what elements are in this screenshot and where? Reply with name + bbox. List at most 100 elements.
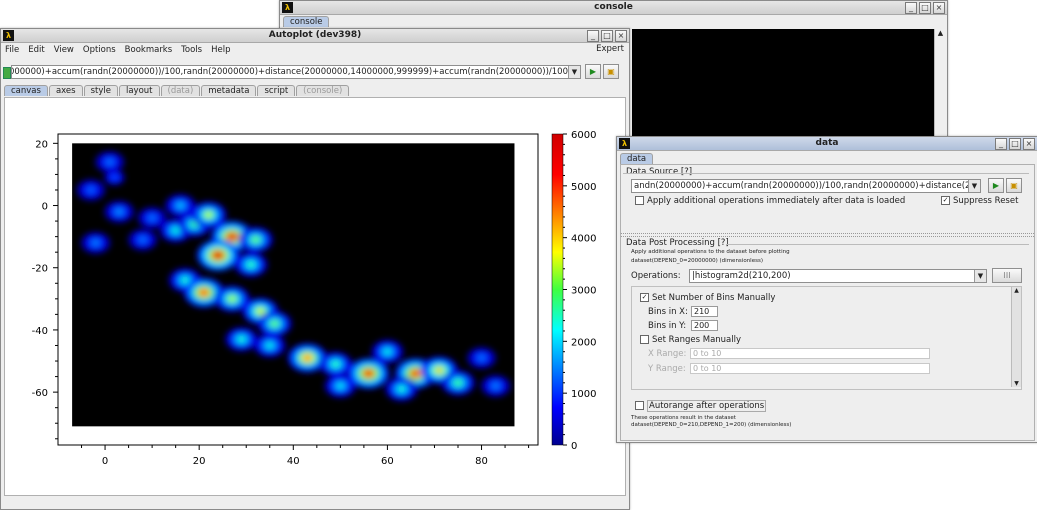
density-blob: [332, 361, 339, 367]
density-blob: [493, 383, 499, 388]
apply-ops-checkbox[interactable]: Apply additional operations immediately …: [635, 196, 905, 206]
data-source-uri-text: andn(20000000)+accum(randn(20000000))/10…: [634, 181, 980, 191]
y-tick-label: 20: [35, 139, 48, 150]
bins-y-label: Bins in Y:: [648, 321, 687, 331]
x-tick-label: 80: [475, 456, 488, 467]
operations-combo[interactable]: |histogram2d(210,200) ▼: [689, 269, 987, 283]
minimize-icon[interactable]: _: [905, 2, 917, 14]
density-blob: [107, 160, 113, 164]
density-blob: [238, 337, 245, 342]
density-blob: [205, 212, 212, 218]
density-blob: [337, 383, 344, 388]
options-scrollbar[interactable]: ▲ ▼: [1011, 287, 1021, 387]
colorbar-tick-label: 1000: [571, 389, 596, 400]
y-tick-label: -60: [32, 388, 48, 399]
operations-text: |histogram2d(210,200): [692, 271, 791, 281]
close-icon[interactable]: ×: [1023, 138, 1035, 150]
checkbox-icon: [635, 401, 644, 410]
section-divider[interactable]: [621, 233, 1034, 237]
scroll-up-icon[interactable]: ▲: [935, 29, 946, 37]
histogram2d-plot[interactable]: 0 20 40 60 80 20 0 -20 -40 -60 6000 5000 4000 3000 200…: [0, 0, 628, 509]
operations-editor-button[interactable]: ⁝⁝⁝: [992, 268, 1022, 283]
density-blob: [271, 321, 278, 326]
browse-folder-button[interactable]: ▣: [1006, 178, 1022, 193]
bins-x-label: Bins in X:: [648, 307, 688, 317]
x-tick-label: 60: [381, 456, 394, 467]
density-blob: [266, 343, 273, 348]
density-blob: [247, 262, 254, 267]
set-ranges-checkbox[interactable]: Set Ranges Manually: [640, 335, 741, 345]
console-scrollbar[interactable]: ▲: [934, 29, 946, 137]
post-processing-heading[interactable]: Data Post Processing [?]: [626, 238, 729, 248]
autorange-checkbox[interactable]: Autorange after operations: [635, 400, 767, 412]
set-bins-checkbox[interactable]: ✓ Set Number of Bins Manually: [640, 293, 775, 303]
operation-options-panel[interactable]: ✓ Set Number of Bins Manually Bins in X: …: [631, 286, 1022, 390]
density-blob: [116, 209, 122, 214]
tab-data[interactable]: data: [620, 153, 654, 164]
density-blob: [214, 252, 222, 259]
density-blob: [478, 356, 485, 360]
density-blob: [252, 237, 259, 243]
density-blob: [384, 349, 391, 354]
suppress-reset-checkbox[interactable]: ✓ Suppress Reset: [941, 196, 1018, 206]
density-blob: [93, 240, 99, 245]
density-blob: [140, 237, 146, 242]
data-source-uri-combo[interactable]: andn(20000000)+accum(randn(20000000))/10…: [631, 179, 981, 193]
x-tick-label: 20: [193, 456, 206, 467]
console-output[interactable]: [632, 29, 934, 137]
data-window: λ data _ □ × data Data Source [?] andn(2…: [616, 136, 1037, 443]
y-tick-label: 0: [42, 202, 48, 213]
data-panel: Data Source [?] andn(20000000)+accum(ran…: [620, 164, 1035, 441]
density-blob: [228, 233, 236, 240]
post-processing-note: Apply additional operations to the datas…: [631, 249, 790, 255]
density-blob: [455, 380, 461, 386]
density-blob: [398, 386, 405, 392]
scroll-down-icon[interactable]: ▼: [1012, 380, 1021, 387]
maximize-icon[interactable]: □: [919, 2, 931, 14]
checkmark-icon: ✓: [941, 196, 950, 205]
minimize-icon[interactable]: _: [995, 138, 1007, 150]
y-range-field[interactable]: 0 to 10: [690, 363, 930, 374]
operations-label: Operations:: [631, 271, 681, 281]
data-window-title: data: [815, 138, 839, 148]
chevron-down-icon[interactable]: ▼: [974, 270, 986, 282]
checkmark-icon: ✓: [640, 293, 649, 302]
density-blob: [435, 367, 443, 373]
colorbar-tick-label: 3000: [571, 286, 596, 297]
colorbar-tick-label: 4000: [571, 234, 596, 245]
go-play-button[interactable]: ▶: [988, 178, 1004, 193]
result-description: dataset(DEPEND_0=210,DEPEND_1=200) (dime…: [631, 422, 792, 428]
x-tick-label: 0: [102, 456, 108, 467]
density-blob: [228, 296, 236, 302]
chevron-down-icon[interactable]: ▼: [968, 180, 980, 192]
data-source-heading[interactable]: Data Source [?]: [626, 167, 692, 177]
checkbox-icon: [640, 335, 649, 344]
bins-y-field[interactable]: 200: [691, 320, 718, 331]
density-blob: [149, 216, 155, 220]
density-blob: [172, 228, 179, 233]
dataset-description: dataset(DEPEND_0=20000000) (dimensionles…: [631, 258, 763, 264]
density-blob: [411, 370, 420, 377]
density-blob: [364, 370, 373, 377]
x-range-field[interactable]: 0 to 10: [690, 348, 930, 359]
density-blob: [182, 278, 188, 283]
colorbar-tick-label: 0: [571, 441, 577, 452]
close-icon[interactable]: ×: [933, 2, 945, 14]
density-blob: [200, 289, 208, 296]
colorbar: [551, 133, 564, 446]
density-blob: [303, 355, 311, 361]
density-blob: [257, 308, 264, 314]
scroll-up-icon[interactable]: ▲: [1012, 287, 1021, 294]
maximize-icon[interactable]: □: [1009, 138, 1021, 150]
data-titlebar[interactable]: λ data _ □ ×: [617, 137, 1037, 151]
bins-x-field[interactable]: 210: [691, 306, 718, 317]
result-note: These operations result in the dataset: [631, 415, 736, 421]
y-tick-label: -20: [32, 264, 48, 275]
density-blob: [111, 175, 117, 180]
colorbar-tick-label: 6000: [571, 130, 596, 141]
x-tick-label: 40: [287, 456, 300, 467]
colorbar-tick-label: 5000: [571, 182, 596, 193]
density-blob: [177, 203, 184, 208]
y-range-label: Y Range:: [648, 364, 686, 374]
density-blob: [88, 188, 94, 192]
